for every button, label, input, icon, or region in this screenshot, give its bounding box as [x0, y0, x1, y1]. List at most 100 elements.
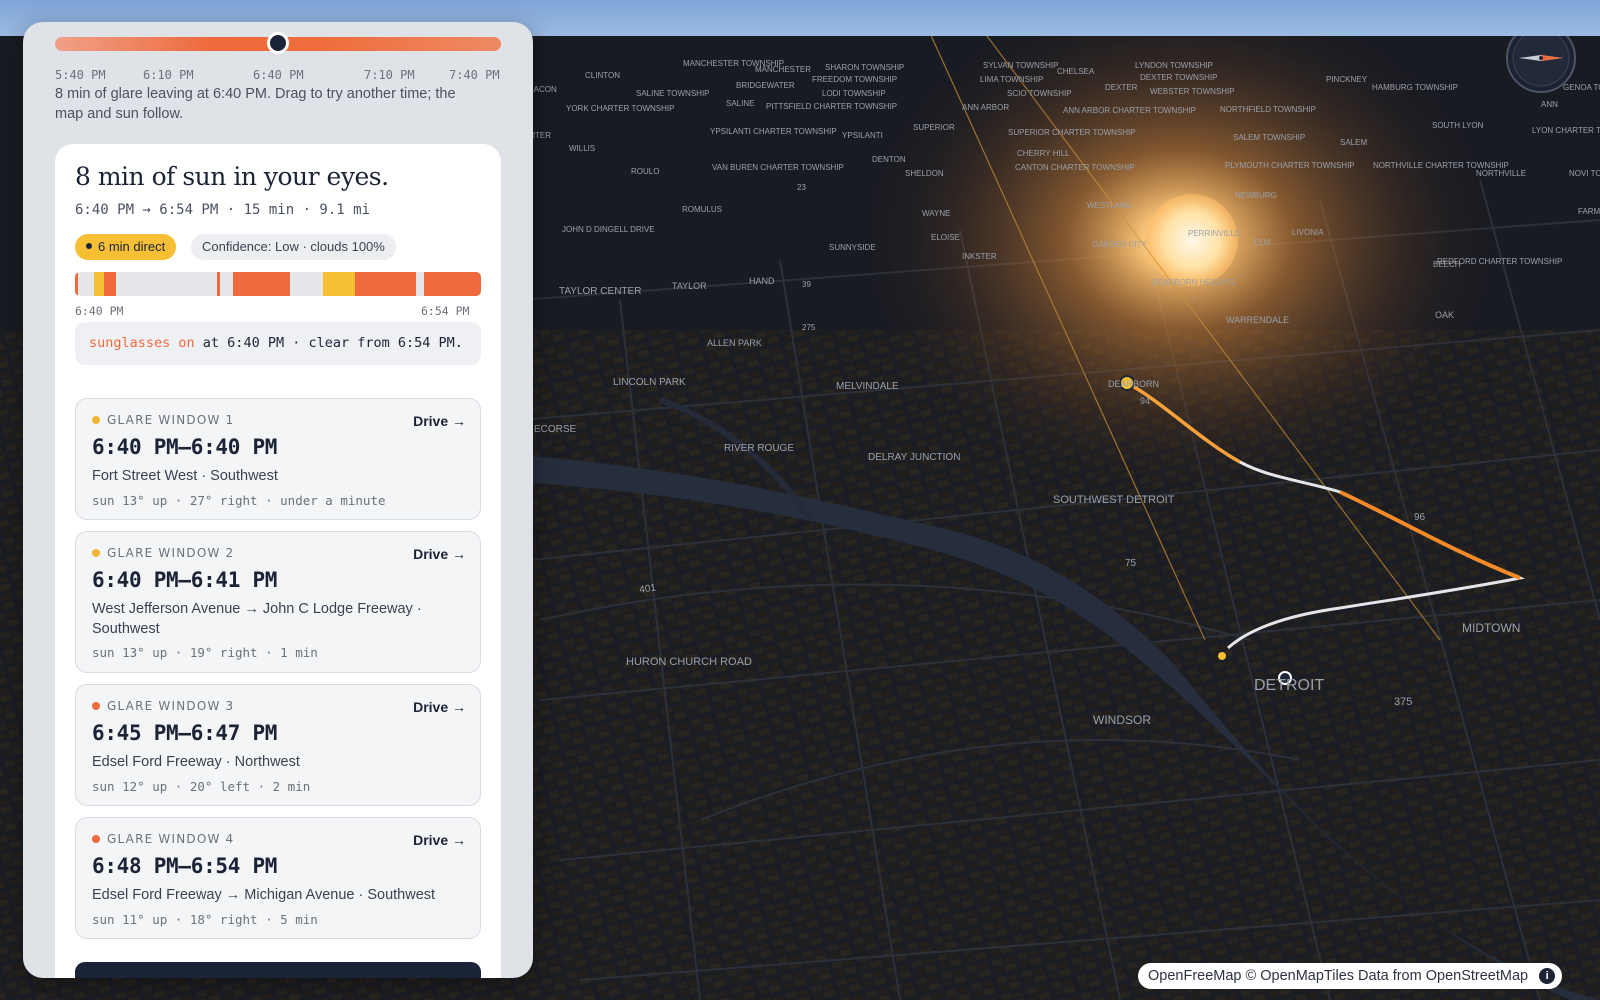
drive-button[interactable]: Drive → [413, 699, 466, 715]
map-place-label: LODI TOWNSHIP [822, 89, 886, 98]
map-place-label: NORTHVILLE [1476, 169, 1526, 178]
slider-thumb[interactable] [267, 32, 289, 54]
glare-segment [233, 272, 291, 296]
confidence-badge: Confidence: Low · clouds 100% [191, 234, 396, 260]
primary-action-button[interactable] [75, 962, 481, 978]
slider-ticks: 5:40 PM 6:10 PM 6:40 PM 7:10 PM 7:40 PM [55, 68, 501, 82]
map-place-label: SUNNYSIDE [829, 243, 876, 252]
map-place-label: MANCHESTER [755, 65, 811, 74]
map-place-label: 23 [797, 183, 806, 192]
drive-button[interactable]: Drive → [413, 546, 466, 562]
map-place-label: ELOISE [931, 233, 960, 242]
map-place-label: LYON CHARTER TOWNSHIP [1532, 126, 1600, 135]
glare-window-card: GLARE WINDOW 1 Drive → 6:40 PM–6:40 PM F… [75, 398, 481, 520]
drive-button[interactable]: Drive → [413, 832, 466, 848]
map-attribution: OpenFreeMap © OpenMapTiles Data from Ope… [1138, 963, 1563, 989]
glare-window-title: GLARE WINDOW 2 [107, 546, 235, 560]
glare-window-meta: sun 12° up · 20° left · 2 min [92, 779, 311, 794]
map-place-label: LIVONIA [1292, 228, 1324, 237]
openmaptiles-link[interactable]: OpenMapTiles [1260, 968, 1354, 984]
summary-headline: 8 min of sun in your eyes. [75, 162, 389, 191]
glare-dot-icon [92, 416, 100, 424]
map-place-label: SHARON TOWNSHIP [825, 63, 904, 72]
map-place-label: CHERRY HILL [1017, 149, 1070, 158]
glare-window-card: GLARE WINDOW 3 Drive → 6:45 PM–6:47 PM E… [75, 684, 481, 806]
map-place-label: PINCKNEY [1326, 75, 1368, 84]
map-place-label: YORK CHARTER TOWNSHIP [566, 104, 674, 113]
glare-window-meta: sun 13° up · 19° right · 1 min [92, 645, 318, 660]
glare-segment [217, 272, 221, 296]
map-place-label: REDFORD CHARTER TOWNSHIP [1437, 257, 1562, 266]
compass-pivot [1539, 56, 1543, 60]
openstreetmap-link[interactable]: OpenStreetMap [1426, 968, 1528, 984]
map-place-label: ROMULUS [682, 205, 722, 214]
map-place-label: YPSILANTI CHARTER TOWNSHIP [710, 127, 837, 136]
departure-time-slider[interactable] [55, 32, 501, 54]
map-place-label: CLINTON [585, 71, 620, 80]
map-place-label: 96 [1414, 512, 1426, 523]
glare-window-meta: sun 13° up · 27° right · under a minute [92, 493, 386, 508]
slider-tick: 6:40 PM [253, 68, 304, 82]
map-place-label: GARDEN CITY [1092, 240, 1147, 249]
map-place-label: ALLEN PARK [707, 338, 762, 348]
map-place-label: NEWBURG [1235, 191, 1277, 200]
map-place-label: WAYNE [922, 209, 950, 218]
map-place-label: ANN ARBOR [962, 103, 1009, 112]
map-place-label: HAMBURG TOWNSHIP [1372, 83, 1458, 92]
map-place-label: LYNDON TOWNSHIP [1135, 61, 1213, 70]
map-place-label: CANTON CHARTER TOWNSHIP [1015, 163, 1134, 172]
attribution-sep: © [1241, 968, 1261, 984]
map-place-label: SYLVAN TOWNSHIP [983, 61, 1058, 70]
slider-tick: 7:10 PM [364, 68, 415, 82]
map-place-label: NORTHFIELD TOWNSHIP [1220, 105, 1316, 114]
sunglasses-note-text: at 6:40 PM · clear from 6:54 PM. [194, 335, 463, 351]
map-place-label: PERRINVILLE [1188, 229, 1240, 238]
glare-segment [322, 272, 356, 296]
map-place-label: WEBSTER TOWNSHIP [1150, 87, 1235, 96]
map-place-label: SALEM TOWNSHIP [1233, 133, 1305, 142]
map-place-label: PITTSFIELD CHARTER TOWNSHIP [766, 102, 897, 111]
glare-bar-end: 6:54 PM [421, 304, 470, 318]
glare-dot-icon [92, 835, 100, 843]
map-place-label: BRIDGEWATER [736, 81, 795, 90]
glare-segment [424, 272, 481, 296]
trip-subline: 6:40 PM → 6:54 PM · 15 min · 9.1 mi [75, 202, 371, 218]
openfreemap-link[interactable]: OpenFreeMap [1148, 968, 1242, 984]
map-place-label: FARMI [1578, 207, 1600, 216]
map-place-label: MIDTOWN [1462, 621, 1520, 635]
glare-window-road: Edsel Ford Freeway → Michigan Avenue · S… [92, 887, 436, 903]
map-place-label: 94 [1140, 396, 1150, 406]
map-place-label: ECORSE [534, 424, 577, 435]
map-place-label: DETROIT [1254, 677, 1324, 694]
glare-segment [355, 272, 417, 296]
glare-window-card: GLARE WINDOW 2 Drive → 6:40 PM–6:41 PM W… [75, 531, 481, 673]
map-place-label: DEARBORN HEIGHTS [1152, 278, 1235, 287]
map-place-label: 375 [1394, 696, 1412, 708]
map-place-label: SALEM [1340, 138, 1367, 147]
map-place-label: SUPERIOR [913, 123, 955, 132]
map-place-label: SUPERIOR CHARTER TOWNSHIP [1008, 128, 1136, 137]
glare-window-label: GLARE WINDOW 3 [92, 699, 234, 713]
map-place-label: CHELSEA [1057, 67, 1095, 76]
glare-window-time: 6:40 PM–6:41 PM [92, 568, 278, 592]
route-end-dot [1218, 652, 1226, 660]
slider-hint: 8 min of glare leaving at 6:40 PM. Drag … [55, 86, 456, 122]
map-place-label: WINDSOR [1093, 713, 1151, 727]
info-icon[interactable]: i [1539, 968, 1556, 984]
drive-button[interactable]: Drive → [413, 413, 466, 429]
sunglasses-warning: sunglasses on [89, 335, 195, 351]
map-place-label: ANN ARBOR CHARTER TOWNSHIP [1063, 106, 1196, 115]
sunglasses-note: sunglasses on at 6:40 PM · clear from 6:… [75, 322, 481, 365]
glare-segment [94, 272, 105, 296]
map-place-label: DEARBORN [1108, 379, 1159, 389]
glare-segment [75, 272, 79, 296]
glare-window-label: GLARE WINDOW 4 [92, 832, 234, 846]
map-place-label: SALINE TOWNSHIP [636, 89, 710, 98]
map-place-label: 75 [1125, 558, 1137, 569]
map-place-label: HAND [749, 276, 775, 286]
direct-glare-badge: 6 min direct [75, 234, 177, 260]
glare-window-meta: sun 11° up · 18° right · 5 min [92, 912, 318, 927]
map-place-label: LINCOLN PARK [613, 377, 686, 388]
map-place-label: WESTLAND [1087, 201, 1132, 210]
glare-window-label: GLARE WINDOW 1 [92, 413, 234, 427]
